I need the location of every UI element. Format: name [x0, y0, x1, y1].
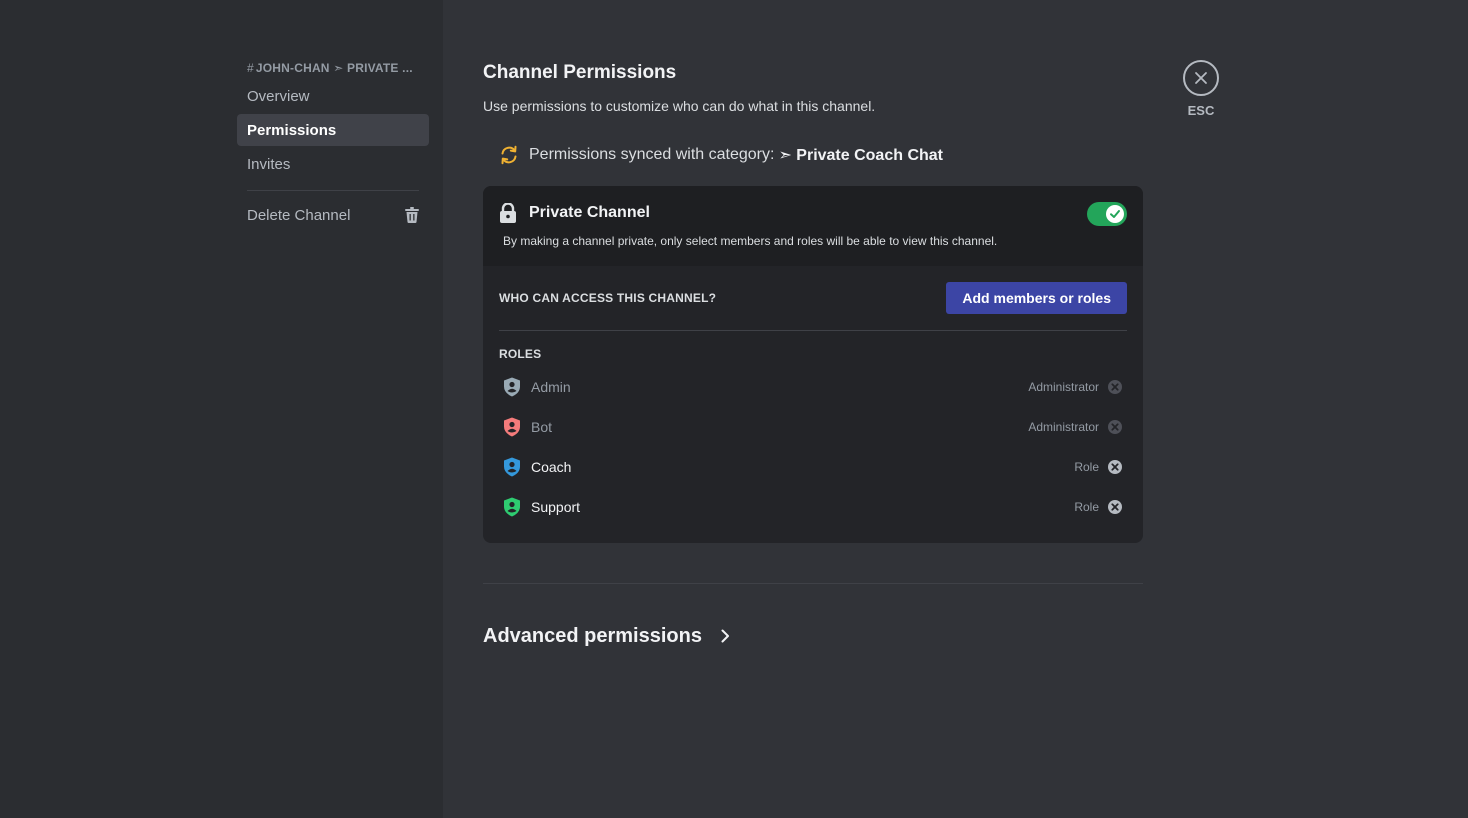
sync-text: Permissions synced with category: — [529, 146, 775, 163]
role-name: Admin — [531, 379, 571, 395]
private-channel-section: Private Channel By making a channel priv… — [483, 186, 1143, 266]
advanced-permissions-label: Advanced permissions — [483, 624, 702, 647]
access-label: WHO CAN ACCESS THIS CHANNEL? — [499, 291, 717, 305]
page-subtitle: Use permissions to customize who can do … — [483, 98, 876, 114]
remove-role-icon[interactable] — [1107, 459, 1123, 475]
delete-channel-label: Delete Channel — [247, 206, 351, 224]
access-card: Private Channel By making a channel priv… — [483, 186, 1143, 543]
sidebar-header-label: JOHN-CHAN ➣ PRIVATE ... — [255, 61, 413, 75]
advanced-permissions-toggle[interactable]: Advanced permissions — [483, 622, 1143, 650]
delete-channel-button[interactable]: Delete Channel — [237, 199, 429, 231]
sidebar-header: # JOHN-CHAN ➣ PRIVATE ... — [237, 58, 429, 78]
role-type: Role — [1074, 500, 1099, 514]
sync-category: ➣ Private Coach Chat — [778, 147, 943, 164]
role-shield-icon — [504, 417, 520, 437]
lock-icon — [500, 203, 516, 223]
sidebar-item-invites[interactable]: Invites — [237, 148, 429, 180]
remove-role-icon[interactable] — [1107, 499, 1123, 515]
sidebar-item-label: Invites — [247, 155, 291, 173]
role-type: Administrator — [1028, 380, 1099, 394]
remove-role-icon[interactable] — [1107, 379, 1123, 395]
sync-status: Permissions synced with category: ➣ Priv… — [483, 138, 1143, 172]
channel-hash-icon: # — [247, 61, 254, 75]
page-title: Channel Permissions — [483, 62, 677, 83]
trash-icon — [405, 207, 419, 223]
list-item: Admin Administrator — [499, 367, 1127, 407]
roles-label: ROLES — [499, 347, 542, 361]
close-settings: ESC — [1183, 60, 1219, 118]
role-shield-icon — [504, 457, 520, 477]
chevron-right-icon — [721, 629, 729, 643]
role-name: Coach — [531, 459, 572, 475]
private-channel-toggle[interactable] — [1087, 202, 1127, 226]
add-members-button[interactable]: Add members or roles — [946, 282, 1127, 314]
sidebar-item-label: Permissions — [247, 121, 337, 139]
settings-sidebar: # JOHN-CHAN ➣ PRIVATE ... Overview Permi… — [0, 0, 443, 818]
private-channel-description: By making a channel private, only select… — [503, 234, 998, 248]
permissions-panel: Channel Permissions Use permissions to c… — [483, 58, 1143, 650]
sidebar-nav: # JOHN-CHAN ➣ PRIVATE ... Overview Permi… — [237, 58, 429, 231]
list-item: Bot Administrator — [499, 407, 1127, 447]
role-shield-icon — [504, 377, 520, 397]
role-type: Administrator — [1028, 420, 1099, 434]
sync-icon — [501, 145, 517, 165]
role-shield-icon — [504, 497, 520, 517]
role-type: Role — [1074, 460, 1099, 474]
list-item: Coach Role — [499, 447, 1127, 487]
role-list: Admin Administrator Bot Administrator Co… — [499, 367, 1127, 543]
private-channel-title: Private Channel — [529, 204, 650, 221]
esc-label: ESC — [1187, 103, 1215, 118]
section-divider — [483, 583, 1143, 584]
sidebar-item-label: Overview — [247, 87, 310, 105]
check-icon — [1110, 210, 1120, 218]
sidebar-divider — [247, 190, 419, 191]
toggle-knob — [1106, 205, 1124, 223]
access-section: WHO CAN ACCESS THIS CHANNEL? Add members… — [483, 266, 1143, 543]
remove-role-icon[interactable] — [1107, 419, 1123, 435]
close-button[interactable] — [1183, 60, 1219, 96]
sidebar-item-permissions[interactable]: Permissions — [237, 114, 429, 146]
role-name: Bot — [531, 419, 553, 435]
role-name: Support — [531, 499, 581, 515]
sidebar-item-overview[interactable]: Overview — [237, 80, 429, 112]
close-icon — [1195, 72, 1207, 84]
section-divider — [499, 330, 1127, 331]
list-item: Support Role — [499, 487, 1127, 527]
